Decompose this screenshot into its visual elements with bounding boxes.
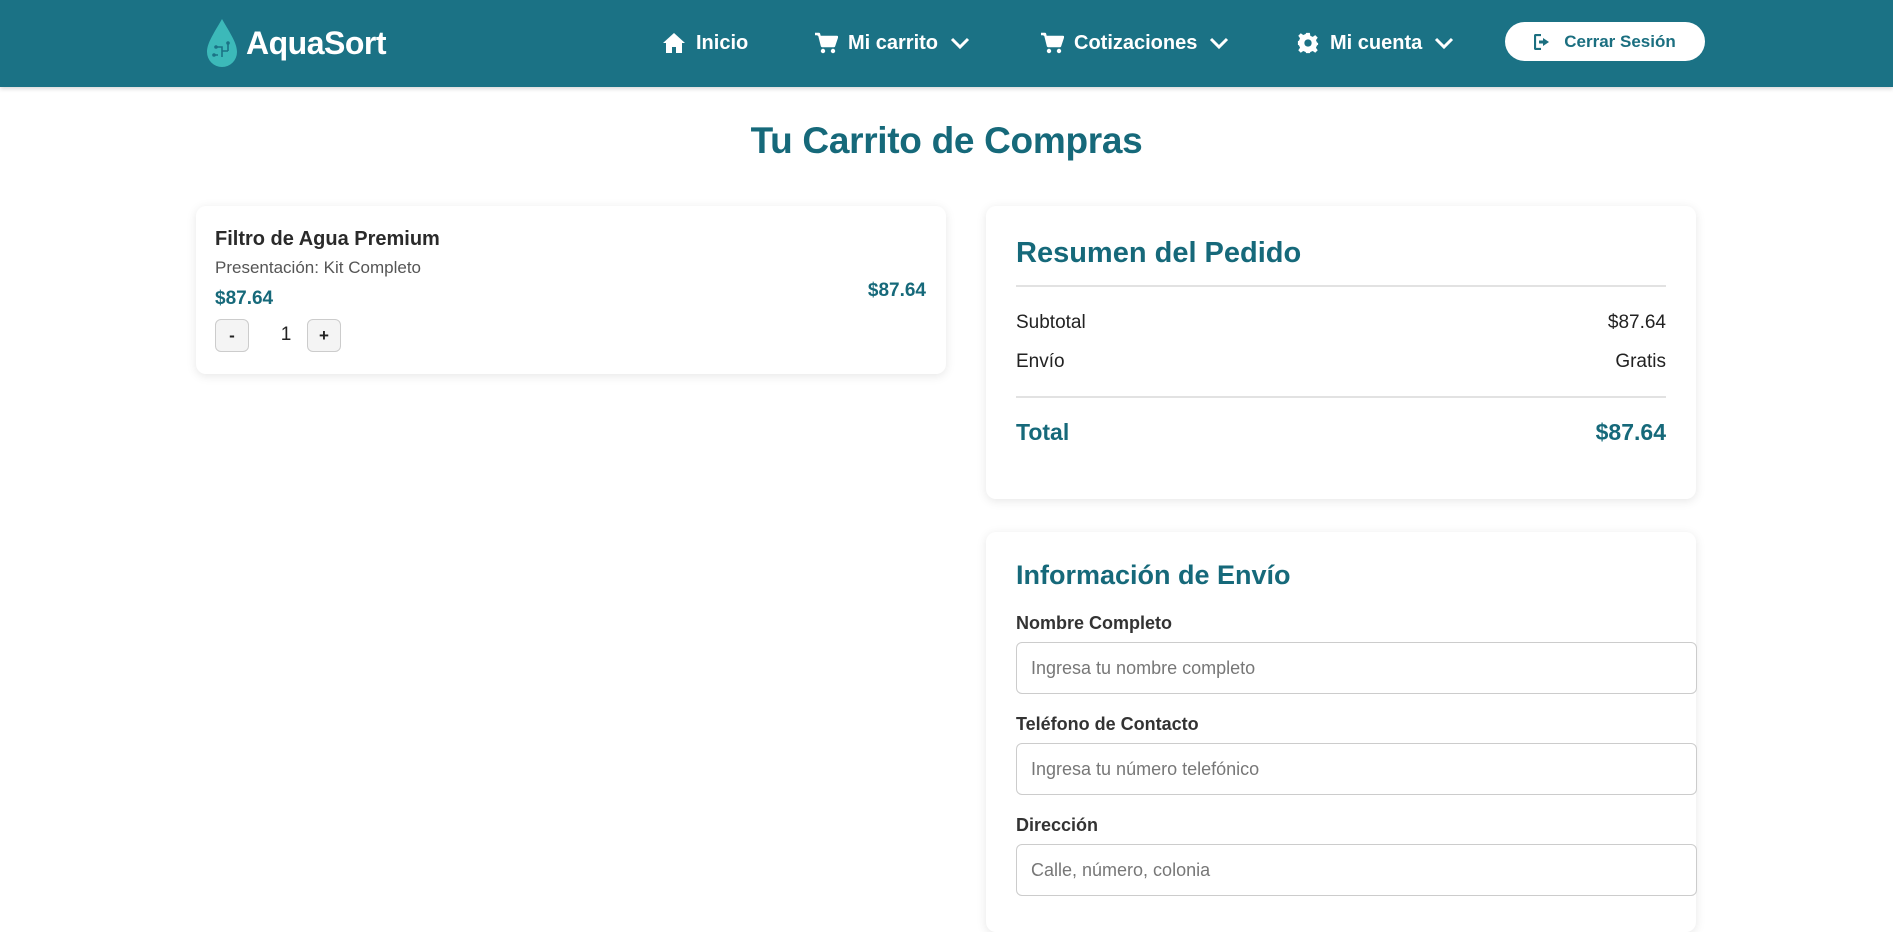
logout-label: Cerrar Sesión (1564, 31, 1676, 51)
quantity-decrement-button[interactable]: - (215, 319, 249, 352)
cart-item-card: Filtro de Agua Premium Presentación: Kit… (196, 206, 946, 374)
nav-cart-label: Mi carrito (848, 31, 939, 54)
summary-divider (1016, 396, 1666, 398)
nav-quotes-label: Cotizaciones (1074, 31, 1198, 54)
address-field-label: Dirección (1016, 815, 1099, 835)
logout-button[interactable]: Cerrar Sesión (1505, 22, 1705, 61)
summary-title: Resumen del Pedido (1016, 237, 1302, 269)
cart-item-name: Filtro de Agua Premium (215, 228, 440, 250)
chevron-down-icon (1435, 37, 1454, 50)
nav-home[interactable]: Inicio (662, 27, 748, 59)
shipping-label: Envío (1016, 351, 1065, 372)
address-input[interactable] (1016, 844, 1697, 896)
total-value: $87.64 (1595, 419, 1666, 445)
cart-item-unit-price: $87.64 (215, 288, 274, 309)
summary-divider (1016, 285, 1666, 287)
shipping-info-title: Información de Envío (1016, 560, 1291, 590)
nav-home-label: Inicio (696, 31, 749, 54)
quantity-value: 1 (280, 324, 292, 345)
cart-icon (1041, 32, 1064, 54)
chevron-down-icon (950, 37, 970, 50)
shipping-info-card: Información de Envío Nombre Completo Tel… (986, 532, 1697, 932)
phone-input[interactable] (1016, 743, 1697, 795)
water-drop-circuit-icon (207, 19, 237, 67)
shipping-row: Envío Gratis (1016, 351, 1666, 373)
nav-quotes[interactable]: Cotizaciones (1040, 27, 1229, 59)
subtotal-label: Subtotal (1016, 312, 1086, 333)
quantity-increment-button[interactable]: + (307, 319, 341, 352)
home-icon (663, 33, 685, 53)
order-summary-card: Resumen del Pedido Subtotal $87.64 Envío… (986, 206, 1696, 499)
name-field-label: Nombre Completo (1016, 613, 1173, 633)
page-title: Tu Carrito de Compras (750, 120, 1143, 161)
subtotal-value: $87.64 (1607, 312, 1666, 333)
sign-out-icon (1534, 33, 1550, 50)
total-row: Total $87.64 (1016, 419, 1666, 446)
cart-item-presentation: Presentación: Kit Completo (215, 258, 421, 277)
navbar: AquaSort Inicio Mi carrito Cotizaciones (0, 0, 1893, 87)
phone-field-label: Teléfono de Contacto (1016, 714, 1199, 734)
shipping-value: Gratis (1615, 351, 1666, 372)
full-name-input[interactable] (1016, 642, 1697, 694)
total-label: Total (1016, 419, 1070, 445)
brand-name: AquaSort (246, 24, 387, 61)
chevron-down-icon (1210, 37, 1229, 50)
cart-item-line-total: $87.64 (867, 280, 926, 301)
nav-account-label: Mi cuenta (1330, 31, 1423, 54)
subtotal-row: Subtotal $87.64 (1016, 312, 1666, 334)
nav-cart[interactable]: Mi carrito (814, 27, 970, 59)
brand[interactable]: AquaSort (204, 16, 387, 70)
gear-icon (1297, 32, 1319, 54)
nav-account[interactable]: Mi cuenta (1296, 27, 1454, 59)
cart-icon (815, 32, 838, 54)
